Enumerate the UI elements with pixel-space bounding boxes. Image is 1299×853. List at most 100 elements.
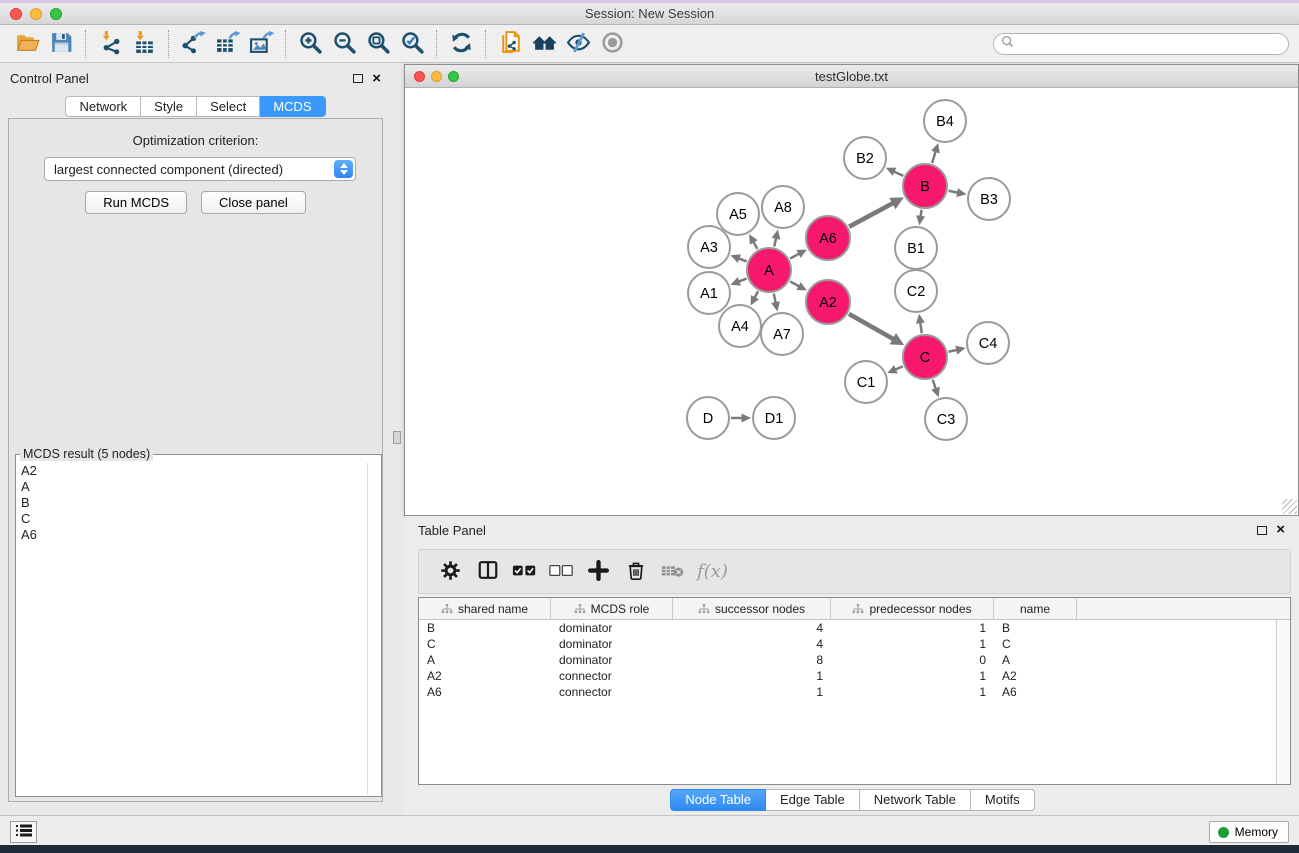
import-network-button[interactable]: [93, 28, 127, 60]
zoom-selected-button[interactable]: [395, 28, 429, 60]
zoom-out-button[interactable]: [327, 28, 361, 60]
create-column-button[interactable]: [580, 554, 617, 590]
result-scrollbar[interactable]: [367, 463, 381, 795]
import-table-button[interactable]: [127, 28, 161, 60]
export-image-icon: [249, 30, 274, 58]
tab-style[interactable]: Style: [141, 96, 197, 117]
control-panel-header: Control Panel ×: [0, 65, 391, 92]
delete-column-button[interactable]: [617, 554, 654, 590]
list-item[interactable]: A2: [17, 463, 366, 479]
tab-network[interactable]: Network: [65, 96, 141, 117]
table-panel-header: Table Panel ×: [406, 516, 1299, 544]
table-toolbar: f(x): [418, 549, 1291, 594]
status-bar: Memory: [0, 815, 1299, 845]
close-table-panel-icon[interactable]: ×: [1276, 525, 1285, 535]
graph-node-label: A4: [731, 319, 749, 335]
network-graph[interactable]: AA1A2A3A4A5A6A7A8BB1B2B3B4CC1C2C3C4DD1: [405, 88, 1298, 515]
graph-node-label: C3: [937, 412, 956, 428]
delete-table-button[interactable]: [654, 554, 691, 590]
plus-icon: [588, 560, 609, 584]
home-views-button[interactable]: [527, 28, 561, 60]
list-item[interactable]: A: [17, 479, 366, 495]
select-all-columns-button[interactable]: [506, 554, 543, 590]
table-row[interactable]: C dominator 4 1 C: [419, 636, 1276, 652]
list-item[interactable]: C: [17, 511, 366, 527]
table-body: B dominator 4 1 B C dominator 4 1 C A do…: [419, 620, 1276, 784]
list-item[interactable]: A6: [17, 527, 366, 543]
column-header-name[interactable]: name: [994, 598, 1077, 619]
tab-mcds[interactable]: MCDS: [260, 96, 325, 117]
table-panel: Table Panel × f(x) shared name MCDS role…: [406, 516, 1299, 815]
search-field[interactable]: [993, 33, 1289, 55]
table-row[interactable]: A2 connector 1 1 A2: [419, 668, 1276, 684]
zoom-in-icon: [298, 30, 323, 58]
network-view-window: testGlobe.txt AA1A2A3A4A5A6A7A8BB1B2B3B4…: [404, 64, 1299, 516]
save-session-button[interactable]: [44, 28, 78, 60]
tab-network-table[interactable]: Network Table: [860, 789, 971, 811]
export-table-icon: [215, 30, 240, 58]
clone-network-button[interactable]: [493, 28, 527, 60]
table-row[interactable]: B dominator 4 1 B: [419, 620, 1276, 636]
graph-node-label: A1: [700, 286, 718, 302]
criterion-dropdown[interactable]: largest connected component (directed): [44, 157, 356, 181]
table-tabs: Node Table Edge Table Network Table Moti…: [406, 789, 1299, 811]
export-table-button[interactable]: [210, 28, 244, 60]
hide-glyph-button[interactable]: [561, 28, 595, 60]
graph-node-label: B2: [856, 151, 874, 167]
list-item[interactable]: B: [17, 495, 366, 511]
eye-slash-icon: [566, 30, 591, 58]
tab-node-table[interactable]: Node Table: [670, 789, 766, 811]
graph-node-label: B3: [980, 192, 998, 208]
deselect-all-columns-button[interactable]: [543, 554, 580, 590]
export-network-button[interactable]: [176, 28, 210, 60]
zoom-fit-button[interactable]: [361, 28, 395, 60]
run-mcds-button[interactable]: Run MCDS: [85, 191, 187, 214]
criterion-value: largest connected component (directed): [45, 162, 334, 177]
float-table-panel-icon[interactable]: [1257, 526, 1267, 535]
window-title: Session: New Session: [0, 6, 1299, 21]
memory-button[interactable]: Memory: [1209, 821, 1289, 843]
checked-boxes-icon: [512, 564, 537, 580]
graph-node-label: C1: [857, 375, 876, 391]
zoom-in-button[interactable]: [293, 28, 327, 60]
resize-grip-icon[interactable]: [1282, 499, 1297, 514]
search-input[interactable]: [1018, 35, 1288, 53]
column-header-successor-nodes[interactable]: successor nodes: [673, 598, 831, 619]
graph-node-label: A8: [774, 200, 792, 216]
table-scrollbar[interactable]: [1276, 620, 1290, 784]
function-builder-icon[interactable]: f(x): [697, 561, 728, 582]
column-header-predecessor-nodes[interactable]: predecessor nodes: [831, 598, 994, 619]
desktop-strip: [0, 845, 1299, 853]
open-session-button[interactable]: [10, 28, 44, 60]
column-header-shared-name[interactable]: shared name: [419, 598, 551, 619]
table-row[interactable]: A dominator 8 0 A: [419, 652, 1276, 668]
graph-node-label: A: [764, 263, 774, 279]
table-settings-button[interactable]: [432, 554, 469, 590]
import-network-icon: [98, 30, 123, 58]
table-row[interactable]: A6 connector 1 1 A6: [419, 684, 1276, 700]
graph-node-label: C4: [979, 336, 998, 352]
clone-network-icon: [498, 30, 523, 58]
toolbar-separator: [285, 30, 286, 58]
search-icon: [1001, 35, 1014, 53]
graph-node-label: B1: [907, 241, 925, 257]
memory-label: Memory: [1235, 825, 1278, 839]
column-header-mcds-role[interactable]: MCDS role: [551, 598, 673, 619]
show-eye-button[interactable]: [595, 28, 629, 60]
network-window-titlebar[interactable]: testGlobe.txt: [405, 65, 1298, 88]
zoom-fit-icon: [366, 30, 391, 58]
tab-motifs[interactable]: Motifs: [971, 789, 1035, 811]
mcds-result-list[interactable]: A2 A B C A6: [17, 463, 366, 795]
refresh-layout-button[interactable]: [444, 28, 478, 60]
task-history-button[interactable]: [10, 821, 37, 843]
vertical-splitter-handle[interactable]: [393, 431, 401, 444]
column-view-button[interactable]: [469, 554, 506, 590]
close-panel-button[interactable]: Close panel: [201, 191, 306, 214]
tab-select[interactable]: Select: [197, 96, 260, 117]
close-panel-icon[interactable]: ×: [372, 74, 381, 84]
network-canvas[interactable]: AA1A2A3A4A5A6A7A8BB1B2B3B4CC1C2C3C4DD1: [405, 88, 1298, 515]
tab-edge-table[interactable]: Edge Table: [766, 789, 860, 811]
export-image-button[interactable]: [244, 28, 278, 60]
float-panel-icon[interactable]: [353, 74, 363, 83]
split-columns-icon: [477, 559, 499, 584]
